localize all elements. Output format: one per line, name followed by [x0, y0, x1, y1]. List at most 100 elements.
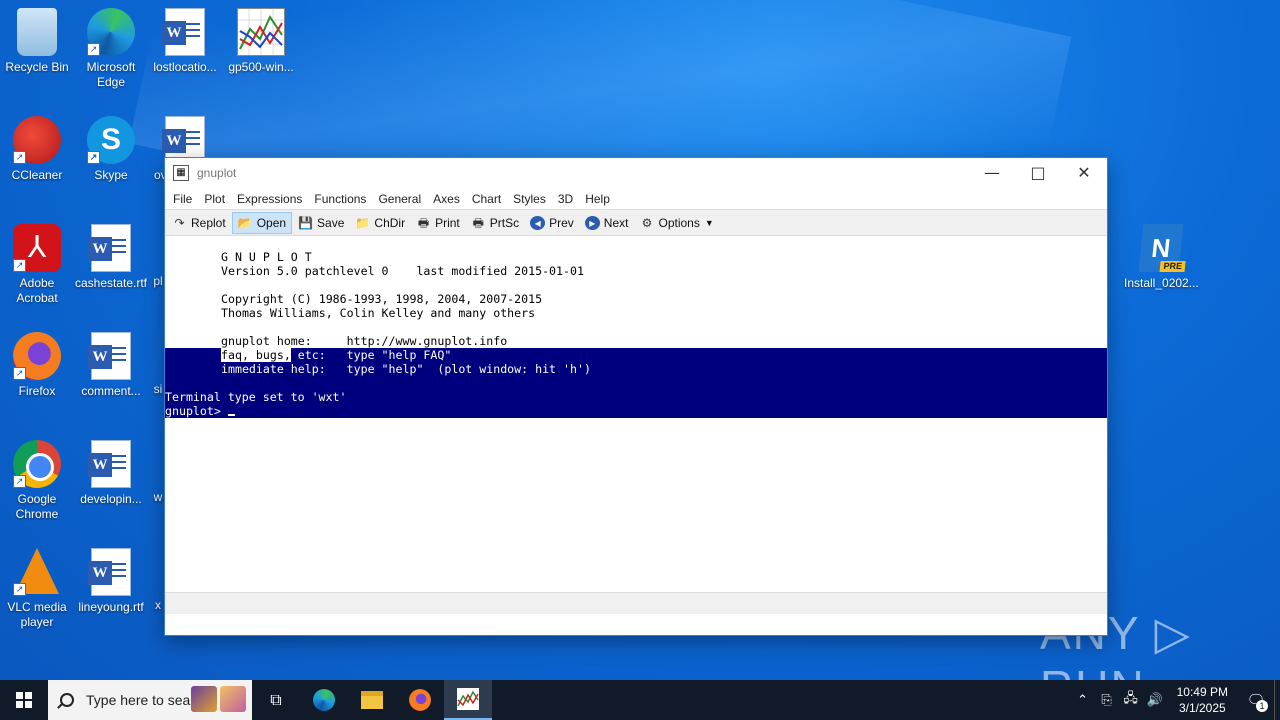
toolbar-label: Open	[256, 215, 287, 230]
toolbar-label: Save	[317, 215, 345, 230]
search-icon	[60, 693, 74, 707]
menu-file[interactable]: File	[167, 192, 198, 206]
firefox-icon	[409, 689, 431, 711]
home-line: gnuplot home: http://www.gnuplot.info	[221, 334, 508, 348]
minimize-button[interactable]: —	[969, 158, 1015, 188]
word-document-icon: W	[162, 8, 205, 56]
close-button[interactable]: ✕	[1061, 158, 1107, 188]
search-box[interactable]: Type here to search	[48, 680, 252, 720]
desktop-icon-recycle-bin[interactable]: Recycle Bin	[0, 8, 74, 75]
desktop-icon-firefox[interactable]: ↗ Firefox	[0, 332, 74, 399]
gnuplot-chart-icon	[457, 688, 479, 710]
version-line: Version 5.0 patchlevel 0 last modified 2…	[221, 264, 584, 278]
desktop-icon-gp500-win[interactable]: gp500-win...	[224, 8, 298, 75]
shortcut-arrow-icon: ↗	[13, 151, 26, 164]
desktop-icon-lineyoung[interactable]: W lineyoung.rtf	[74, 548, 148, 615]
taskbar-edge[interactable]	[300, 680, 348, 720]
shortcut-arrow-icon: ↗	[87, 43, 100, 56]
toolbar-label: Prev	[549, 215, 574, 230]
desktop-icon-skype[interactable]: S ↗ Skype	[74, 116, 148, 183]
usb-device-icon[interactable]: ⎘	[1095, 692, 1119, 708]
shortcut-arrow-icon: ↗	[13, 259, 26, 272]
show-desktop-button[interactable]	[1274, 680, 1280, 720]
network-icon[interactable]: 🖧	[1119, 689, 1143, 711]
windows-logo-icon	[16, 692, 32, 708]
start-button[interactable]	[0, 680, 48, 720]
desktop-icon-adobe-acrobat[interactable]: ⅄ ↗ Adobe Acrobat	[0, 224, 74, 306]
desktop-icon-vlc[interactable]: ↗ VLC media player	[0, 548, 74, 630]
desktop-icon-developin[interactable]: W developin...	[74, 440, 148, 507]
menu-expressions[interactable]: Expressions	[231, 192, 308, 206]
chevron-up-icon[interactable]: ⌃	[1071, 692, 1095, 708]
faq-line: faq, bugs, etc: type "help FAQ"	[221, 348, 451, 362]
taskbar-gnuplot[interactable]	[444, 680, 492, 720]
chdir-folder-icon: 📁	[355, 215, 371, 230]
save-button[interactable]: 💾 Save	[293, 212, 349, 234]
title-bar[interactable]: ▦ gnuplot — □ ✕	[165, 158, 1107, 188]
prev-button[interactable]: ◂ Prev	[525, 212, 579, 234]
desktop-icon-label: lineyoung.rtf	[78, 600, 144, 614]
desktop-icon-label: Install_0202...	[1124, 276, 1199, 290]
options-icon: ⚙	[641, 215, 653, 230]
open-button[interactable]: 📂 Open	[231, 211, 293, 234]
word-document-icon: W	[88, 440, 131, 488]
desktop-icon-lostlocatio[interactable]: W lostlocatio...	[148, 8, 222, 75]
desktop-icon-microsoft-edge[interactable]: ↗ Microsoft Edge	[74, 8, 148, 90]
system-tray: ⌃ ⎘ 🖧 🔊 10:49 PM 3/1/2025 🗨 1	[1071, 680, 1280, 720]
task-view-icon: ⧉	[270, 690, 282, 709]
menu-axes[interactable]: Axes	[427, 192, 466, 206]
chrome-icon: ↗	[13, 440, 61, 488]
shortcut-arrow-icon: ↗	[87, 151, 100, 164]
volume-icon[interactable]: 🔊	[1143, 692, 1167, 708]
skype-icon: S ↗	[87, 116, 135, 164]
desktop-icon-install[interactable]: N PRE Install_0202...	[1124, 224, 1199, 291]
menu-general[interactable]: General	[372, 192, 427, 206]
next-button[interactable]: ▸ Next	[580, 212, 634, 234]
prompt-line[interactable]: gnuplot>	[165, 404, 235, 418]
forward-arrow-icon: ▸	[584, 215, 600, 230]
print-button[interactable]: 🖶 Print	[411, 212, 465, 234]
firefox-icon: ↗	[13, 332, 61, 380]
desktop-icon-label: Adobe Acrobat	[16, 276, 58, 305]
replot-button[interactable]: ↷ Replot	[167, 212, 231, 234]
desktop-icon-label: Google Chrome	[15, 492, 59, 521]
shortcut-arrow-icon: ↗	[13, 367, 26, 380]
toolbar-label: Replot	[191, 215, 226, 230]
prtsc-button[interactable]: 🖶 PrtSc	[466, 212, 524, 234]
desktop-icon-label: Skype	[94, 168, 128, 182]
open-folder-icon: 📂	[237, 215, 253, 230]
clock[interactable]: 10:49 PM 3/1/2025	[1167, 684, 1238, 716]
word-document-icon: W	[88, 332, 131, 380]
desktop-icon-comment[interactable]: W comment...	[74, 332, 148, 399]
menu-3d[interactable]: 3D	[552, 192, 579, 206]
search-highlights[interactable]	[188, 686, 246, 712]
clapper-icon	[191, 686, 217, 712]
taskbar-file-explorer[interactable]	[348, 680, 396, 720]
task-view-button[interactable]: ⧉	[252, 680, 300, 720]
status-bar	[165, 592, 1107, 614]
menu-help[interactable]: Help	[579, 192, 616, 206]
gnuplot-window[interactable]: ▦ gnuplot — □ ✕ File Plot Expressions Fu…	[164, 157, 1108, 636]
menu-styles[interactable]: Styles	[507, 192, 552, 206]
desktop-icon-google-chrome[interactable]: ↗ Google Chrome	[0, 440, 74, 522]
maximize-button[interactable]: □	[1015, 158, 1061, 188]
menu-chart[interactable]: Chart	[466, 192, 507, 206]
faq-line-unselected: faq, bugs,	[221, 348, 291, 362]
menu-functions[interactable]: Functions	[308, 192, 372, 206]
options-button[interactable]: ⚙ Options ▼	[634, 212, 718, 234]
notification-count: 1	[1256, 700, 1268, 712]
desktop-icon-label: VLC media player	[7, 600, 67, 629]
desktop-icon-label: lostlocatio...	[153, 60, 217, 74]
desktop-icon-label: Microsoft Edge	[86, 60, 136, 89]
desktop-icon-label: Recycle Bin	[5, 60, 69, 74]
menu-plot[interactable]: Plot	[198, 192, 231, 206]
console-area[interactable]: G N U P L O T Version 5.0 patchlevel 0 l…	[165, 236, 1107, 614]
desktop-icon-ccleaner[interactable]: ↗ CCleaner	[0, 116, 74, 183]
clock-time: 10:49 PM	[1176, 685, 1228, 699]
printer-icon: 🖶	[417, 215, 430, 230]
desktop-icon-cashestate[interactable]: W cashestate.rtf	[74, 224, 148, 291]
notification-button[interactable]: 🗨 1	[1238, 680, 1274, 720]
chdir-button[interactable]: 📁 ChDir	[350, 212, 410, 234]
desktop-icon-label: Firefox	[18, 384, 56, 398]
taskbar-firefox[interactable]	[396, 680, 444, 720]
